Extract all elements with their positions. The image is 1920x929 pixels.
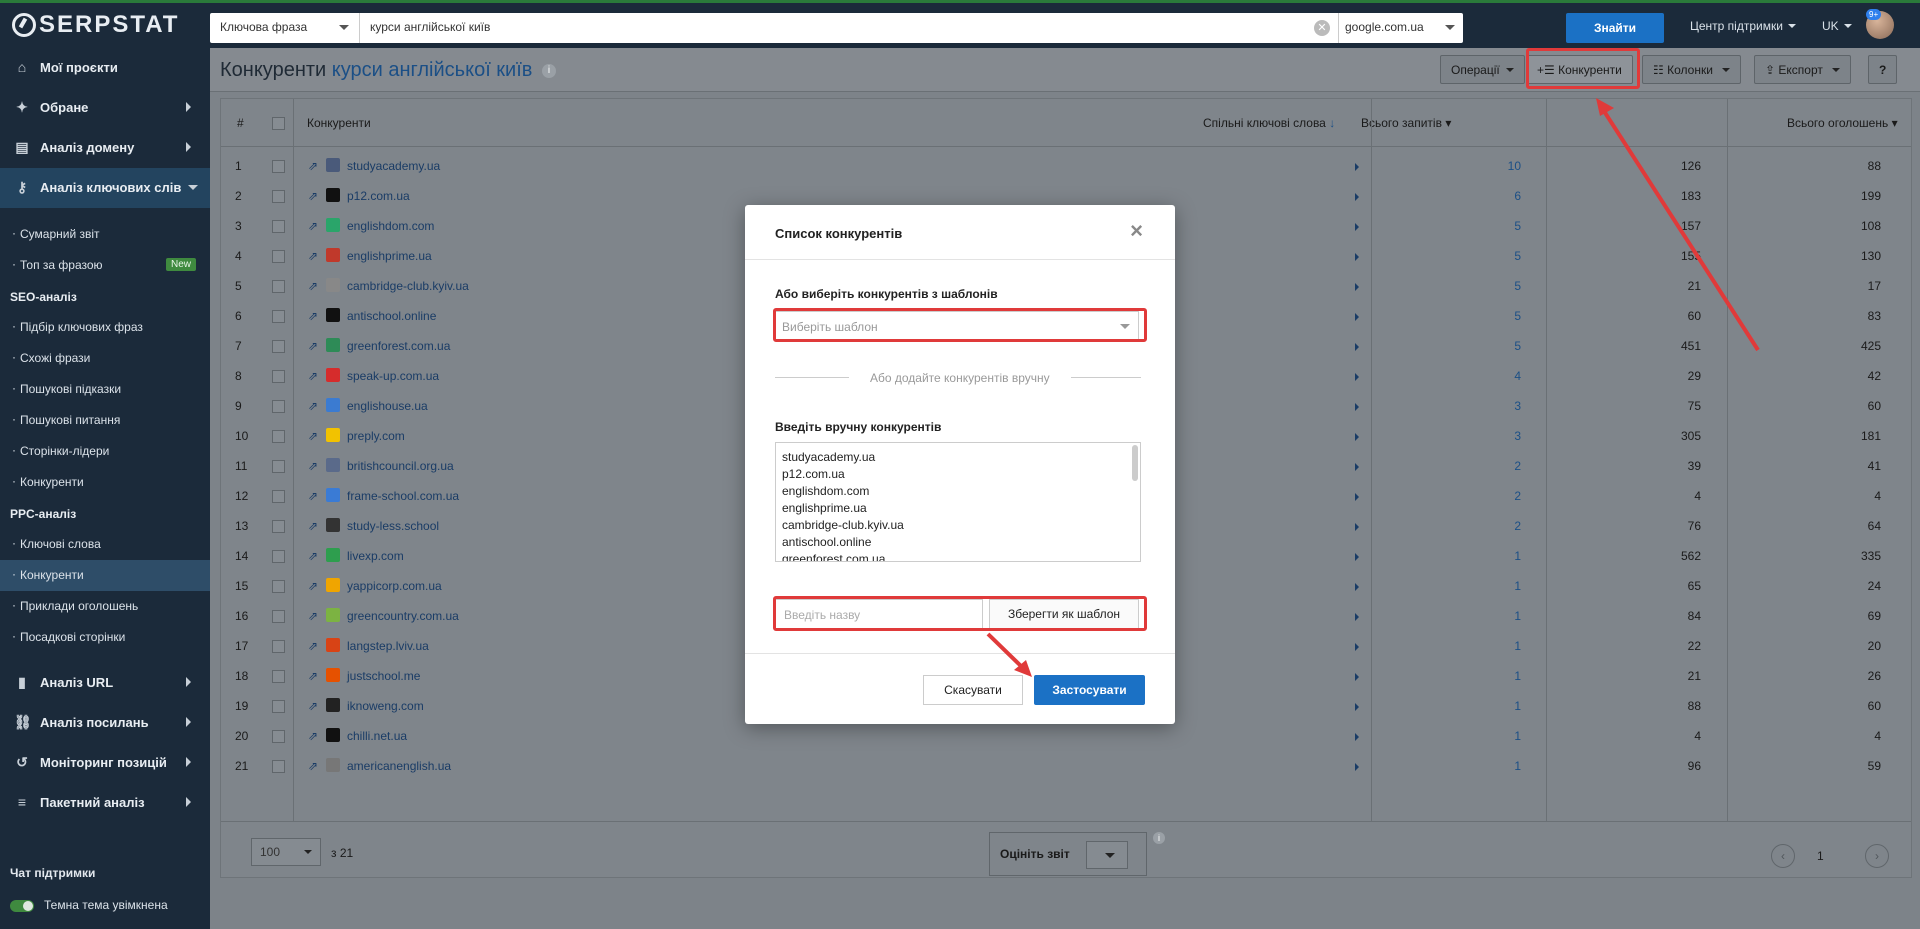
arrow-to-competitors-button bbox=[1600, 106, 1760, 352]
arrow-to-apply-button bbox=[986, 632, 1025, 670]
annotation-arrows bbox=[986, 98, 1760, 677]
